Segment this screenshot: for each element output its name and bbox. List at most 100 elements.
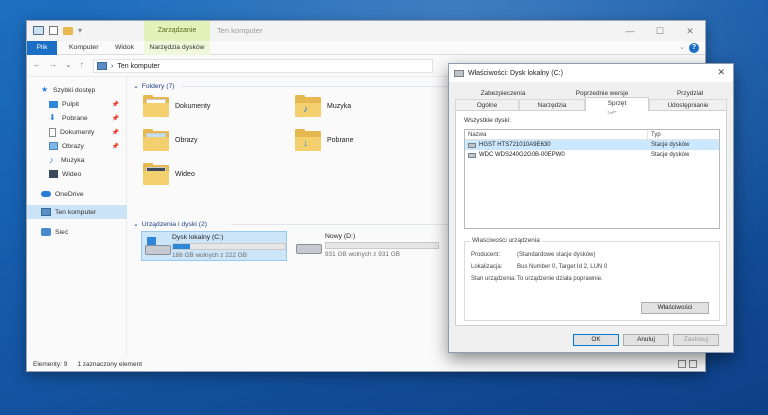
tab-udostepnianie[interactable]: Udostępnianie [649,99,727,110]
sidebar-item-pulpit[interactable]: Pulpit 📌 [27,97,127,111]
drive-icon[interactable] [33,26,44,35]
sidebar-item-this-pc[interactable]: Ten komputer [27,205,127,219]
sidebar-item-network[interactable]: Sieć [27,225,127,239]
tab-zabezpieczenia[interactable]: Zabezpieczenia [463,88,543,99]
disk-list[interactable]: Nazwa Typ HGST HTS721010A9E630 Stacje dy… [464,129,720,229]
sidebar-item-onedrive[interactable]: OneDrive [27,187,127,201]
drive-c[interactable]: Dysk lokalny (C:) 188 GB wolnych z 222 G… [141,231,287,261]
desktop-icon [49,100,58,108]
address-bar[interactable]: › Ten komputer [93,59,433,73]
close-icon[interactable]: ✕ [675,21,705,41]
disk-type: Stacje dysków [651,142,690,148]
apply-button[interactable]: Zastosuj [673,334,719,346]
folder-label: Muzyka [327,102,352,110]
sidebar-item-dokumenty[interactable]: Dokumenty 📌 [27,125,127,139]
device-properties-button[interactable]: Właściwości [641,302,709,314]
folder-wideo[interactable]: Wideo [143,163,195,185]
prop-row-manufacturer: Producent: (Standardowe stacje dysków) [471,252,707,258]
sidebar-item-obrazy[interactable]: Obrazy 📌 [27,139,127,153]
list-header: Nazwa Typ [465,130,719,140]
folder-muzyka[interactable]: ♪ Muzyka [295,95,351,117]
music-icon: ♪ [49,154,54,165]
tab-widok[interactable]: Widok [115,41,134,55]
folder-label: Obrazy [175,136,198,144]
system-drive-icon [145,237,171,257]
tab-komputer[interactable]: Komputer [69,41,98,55]
pin-icon: 📌 [111,101,119,108]
close-icon[interactable]: ✕ [717,67,725,78]
selected-count: 1 zaznaczony element [77,360,143,368]
device-properties-group: Właściwości urządzenia Producent: (Stand… [464,237,720,321]
computer-icon [41,208,51,216]
drive-free-space: 188 GB wolnych z 222 GB [172,252,247,259]
document-icon [49,127,56,137]
tab-przydzial[interactable]: Przydział [655,88,725,99]
sidebar-item-quick-access[interactable]: ★ Szybki dostęp [27,83,127,97]
properties-icon[interactable] [49,26,58,35]
disk-type: Stacje dysków [651,152,690,158]
tab-plik[interactable]: Plik [27,41,57,55]
sidebar-item-muzyka[interactable]: ♪ Muzyka [27,153,127,167]
folder-dokumenty[interactable]: Dokumenty [143,95,210,117]
minimize-icon[interactable]: — [615,21,645,41]
tab-disk-tools[interactable]: Narzędzia dysków [144,41,210,55]
customize-dropdown-icon[interactable]: ▾ [78,26,82,35]
expand-ribbon-icon[interactable]: ⌄ [679,43,685,53]
help-icon[interactable]: ? [689,43,699,53]
up-icon[interactable]: ↑ [80,60,84,69]
prop-value: (Standardowe stacje dysków) [517,252,596,258]
tab-narzedzia[interactable]: Narzędzia [519,99,585,110]
group-title: Foldery (7) [141,82,175,90]
pin-icon: 📌 [111,129,119,136]
drive-label: Dysk lokalny (C:) [172,234,224,241]
sidebar-item-label: Pulpit [62,100,80,108]
sidebar-item-pobrane[interactable]: ⬇ Pobrane 📌 [27,111,127,125]
back-icon[interactable]: ← [33,60,41,69]
list-item[interactable]: HGST HTS721010A9E630 Stacje dysków [465,140,719,150]
prop-row-location: Lokalizacja: Bus Number 0, Target Id 2, … [471,264,707,270]
item-count: Elementy: 9 [33,360,68,368]
recent-dropdown-icon[interactable]: ⌄ [65,60,72,69]
column-header-name[interactable]: Nazwa [465,130,648,139]
collapse-icon: ⌄ [133,221,139,228]
sidebar-item-label: Wideo [62,170,82,178]
breadcrumb-this-pc[interactable]: Ten komputer [117,63,159,70]
tab-sprzet[interactable]: Sprzęt [585,97,649,111]
folder-pobrane[interactable]: ↓ Pobrane [295,129,353,151]
disk-name: WDC WDS240G2G0B-00EPW0 [479,152,565,158]
column-header-type[interactable]: Typ [648,130,718,139]
hardware-tab-panel: Wszystkie dyski: Nazwa Typ HGST HTS72101… [455,110,727,326]
drive-usage-bar [325,242,439,249]
pictures-icon [49,142,58,150]
new-folder-icon[interactable] [63,26,73,35]
computer-icon [97,62,107,70]
folder-label: Wideo [175,170,195,178]
window-title: Ten komputer [217,26,263,35]
list-item[interactable]: WDC WDS240G2G0B-00EPW0 Stacje dysków [465,150,719,160]
sidebar-item-label: OneDrive [55,190,84,198]
drive-usage-bar [172,243,286,250]
ok-button[interactable]: OK [573,334,619,346]
tab-ogolne[interactable]: Ogólne [455,99,519,110]
sidebar-item-label: Muzyka [61,156,85,164]
group-title: Właściwości urządzenia [470,237,542,244]
folder-label: Pobrane [327,136,354,144]
sidebar-item-wideo[interactable]: Wideo [27,167,127,181]
disk-drive-icon [468,152,476,158]
tiles-view-icon[interactable] [689,360,697,368]
group-header-drives[interactable]: ⌄ Urządzenia i dyski (2) [133,219,207,229]
all-disks-label: Wszystkie dyski: [464,117,511,124]
ribbon-tabs: Plik Komputer Widok Narzędzia dysków ⌄ ? [27,41,705,55]
sidebar-item-label: Szybki dostęp [53,86,96,94]
disk-name: HGST HTS721010A9E630 [479,142,551,148]
folder-obrazy[interactable]: Obrazy [143,129,198,151]
group-header-folders[interactable]: ⌄ Foldery (7) [133,81,175,91]
pictures-folder-icon [143,129,169,151]
cancel-button[interactable]: Anuluj [623,334,669,346]
maximize-icon[interactable]: ☐ [645,21,675,41]
drive-d[interactable]: Nowy (D:) 931 GB wolnych z 931 GB [293,231,439,261]
details-view-icon[interactable] [678,360,686,368]
drive-label: Nowy (D:) [325,233,356,240]
forward-icon[interactable]: → [49,60,57,69]
drive-icon [454,69,464,77]
